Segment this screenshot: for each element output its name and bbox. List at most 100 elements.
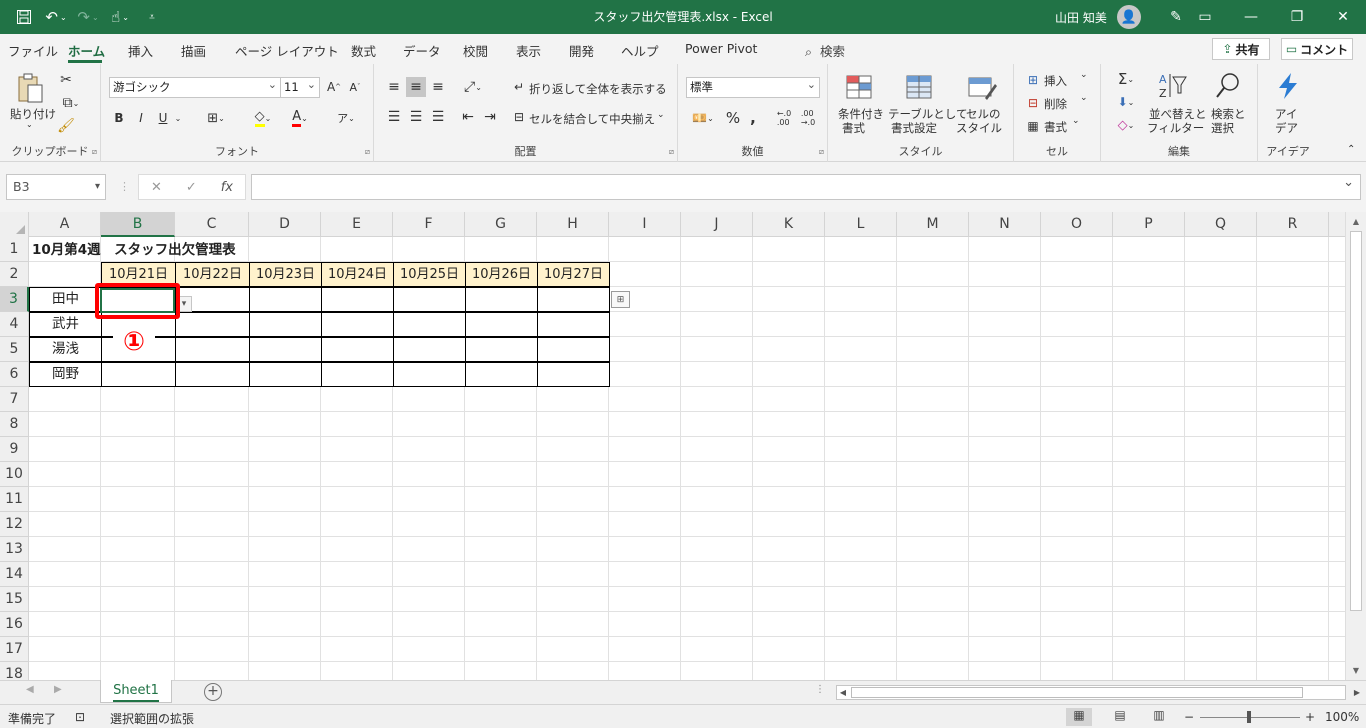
paste-dropdown-icon[interactable]: ⌄ — [26, 120, 33, 129]
merge-center-icon[interactable]: ⊟ — [512, 107, 526, 127]
row-header-3[interactable]: 3 — [0, 287, 29, 312]
column-header-i[interactable]: I — [609, 212, 681, 237]
date-header-cell[interactable]: 10月24日 — [321, 262, 394, 287]
column-header-j[interactable]: J — [681, 212, 753, 237]
share-button[interactable]: ⇪ 共有 — [1212, 38, 1270, 60]
ideas-icon[interactable] — [1270, 70, 1306, 102]
insert-cells-button[interactable]: 挿入 — [1044, 73, 1067, 89]
attendance-cell[interactable] — [393, 312, 466, 337]
close-icon[interactable]: ✕ — [1320, 0, 1366, 34]
column-header-a[interactable]: A — [29, 212, 101, 237]
redo-icon[interactable]: ↷ ⌄ — [74, 0, 102, 34]
decrease-indent-icon[interactable]: ⇤ — [458, 107, 478, 127]
vertical-scroll-thumb[interactable] — [1350, 231, 1362, 611]
format-dropdown-icon[interactable]: ⌄ — [1072, 116, 1080, 126]
fill-icon[interactable]: ⬇ ⌄ — [1109, 92, 1143, 112]
tab-splitter-icon[interactable]: ⋮ — [815, 684, 825, 695]
underline-dropdown-icon[interactable]: ⌄ — [171, 108, 185, 128]
date-header-cell[interactable]: 10月22日 — [175, 262, 250, 287]
zoom-out-icon[interactable]: − — [1184, 710, 1194, 724]
column-header-d[interactable]: D — [249, 212, 321, 237]
attendance-cell[interactable] — [465, 337, 538, 362]
format-as-table-icon[interactable] — [902, 72, 938, 104]
attendance-cell[interactable] — [249, 337, 322, 362]
font-launcher-icon[interactable]: ⧄ — [365, 147, 370, 157]
date-header-cell[interactable]: 10月25日 — [393, 262, 466, 287]
staff-name-cell[interactable]: 岡野 — [29, 362, 102, 387]
attendance-cell[interactable] — [175, 362, 250, 387]
staff-name-cell[interactable]: 田中 — [29, 287, 102, 312]
next-sheet-icon[interactable]: ▶ — [54, 684, 62, 695]
scroll-up-icon[interactable]: ▲ — [1346, 213, 1366, 230]
delete-dropdown-icon[interactable]: ⌄ — [1080, 93, 1088, 103]
minimize-icon[interactable]: — — [1228, 0, 1274, 34]
formula-input[interactable] — [251, 174, 1361, 200]
italic-button[interactable]: I — [133, 108, 149, 128]
row-header-15[interactable]: 15 — [0, 587, 29, 612]
wrap-text-button[interactable]: 折り返して全体を表示する — [529, 81, 667, 97]
column-header-l[interactable]: L — [825, 212, 897, 237]
scroll-right-icon[interactable]: ▶ — [1351, 686, 1363, 699]
scroll-left-icon[interactable]: ◀ — [837, 686, 849, 699]
column-header-e[interactable]: E — [321, 212, 393, 237]
tab-home[interactable]: ホーム — [68, 41, 105, 60]
align-right-icon[interactable]: ☰ — [428, 107, 448, 127]
normal-view-icon[interactable]: ▦ — [1066, 708, 1092, 726]
cancel-icon[interactable]: ✕ — [151, 180, 162, 195]
attendance-cell[interactable] — [321, 362, 394, 387]
format-cells-icon[interactable]: ▦ — [1026, 117, 1040, 135]
attendance-cell[interactable] — [465, 312, 538, 337]
sheet-title[interactable]: 10月第4週 スタッフ出欠管理表 — [32, 238, 236, 263]
cell-styles-icon[interactable] — [964, 72, 1000, 104]
grow-font-icon[interactable]: A ^ — [325, 78, 343, 96]
attendance-cell[interactable] — [321, 312, 394, 337]
column-header-q[interactable]: Q — [1185, 212, 1257, 237]
save-icon[interactable] — [10, 0, 38, 34]
customize-qat-icon[interactable]: ⩡ — [138, 0, 166, 34]
tab-formulas[interactable]: 数式 — [351, 41, 376, 60]
attendance-cell[interactable] — [393, 287, 466, 312]
tab-review[interactable]: 校閲 — [463, 41, 488, 60]
tab-page-layout[interactable]: ページ レイアウト — [235, 41, 339, 60]
delete-cells-icon[interactable]: ⊟ — [1026, 94, 1040, 112]
row-header-11[interactable]: 11 — [0, 487, 29, 512]
column-header-g[interactable]: G — [465, 212, 537, 237]
row-header-12[interactable]: 12 — [0, 512, 29, 537]
select-all-button[interactable] — [0, 212, 29, 237]
insert-cells-icon[interactable]: ⊞ — [1026, 71, 1040, 89]
row-header-13[interactable]: 13 — [0, 537, 29, 562]
format-as-table-label-2[interactable]: 書式設定 — [891, 120, 937, 136]
number-format-select[interactable]: 標準 — [686, 77, 820, 98]
attendance-cell[interactable] — [321, 337, 394, 362]
column-header-m[interactable]: M — [897, 212, 969, 237]
font-size-select[interactable]: 11 — [280, 77, 320, 98]
row-header-6[interactable]: 6 — [0, 362, 29, 387]
page-layout-view-icon[interactable]: ▤ — [1107, 708, 1133, 726]
tab-file[interactable]: ファイル — [8, 41, 58, 60]
user-area[interactable]: 山田 知美 👤 — [1055, 0, 1141, 34]
zoom-in-icon[interactable]: + — [1305, 710, 1315, 724]
format-painter-icon[interactable]: 🖌 — [57, 117, 75, 135]
avatar[interactable]: 👤 — [1116, 5, 1141, 29]
search-box[interactable]: ⌕ 検索 — [805, 41, 845, 60]
zoom-slider-knob[interactable] — [1247, 711, 1251, 723]
underline-button[interactable]: U — [155, 108, 171, 128]
scroll-down-icon[interactable]: ▼ — [1346, 662, 1366, 679]
undo-icon[interactable]: ↶ ⌄ — [42, 0, 70, 34]
align-middle-icon[interactable]: ≡ — [406, 77, 426, 97]
attendance-cell[interactable] — [249, 287, 322, 312]
sort-filter-icon[interactable]: AZ — [1155, 70, 1191, 102]
row-header-18[interactable]: 18 — [0, 662, 29, 680]
column-header-p[interactable]: P — [1113, 212, 1185, 237]
attendance-cell[interactable] — [537, 337, 610, 362]
column-header-h[interactable]: H — [537, 212, 609, 237]
date-header-cell[interactable]: 10月26日 — [465, 262, 538, 287]
align-top-icon[interactable]: ≡ — [384, 77, 404, 97]
insert-dropdown-icon[interactable]: ⌄ — [1080, 70, 1088, 80]
attendance-cell[interactable] — [249, 362, 322, 387]
cell-styles-label-2[interactable]: スタイル — [956, 120, 1002, 136]
date-header-cell[interactable]: 10月23日 — [249, 262, 322, 287]
row-header-14[interactable]: 14 — [0, 562, 29, 587]
currency-icon[interactable]: 💴 ⌄ — [686, 108, 720, 128]
increase-indent-icon[interactable]: ⇥ — [480, 107, 500, 127]
